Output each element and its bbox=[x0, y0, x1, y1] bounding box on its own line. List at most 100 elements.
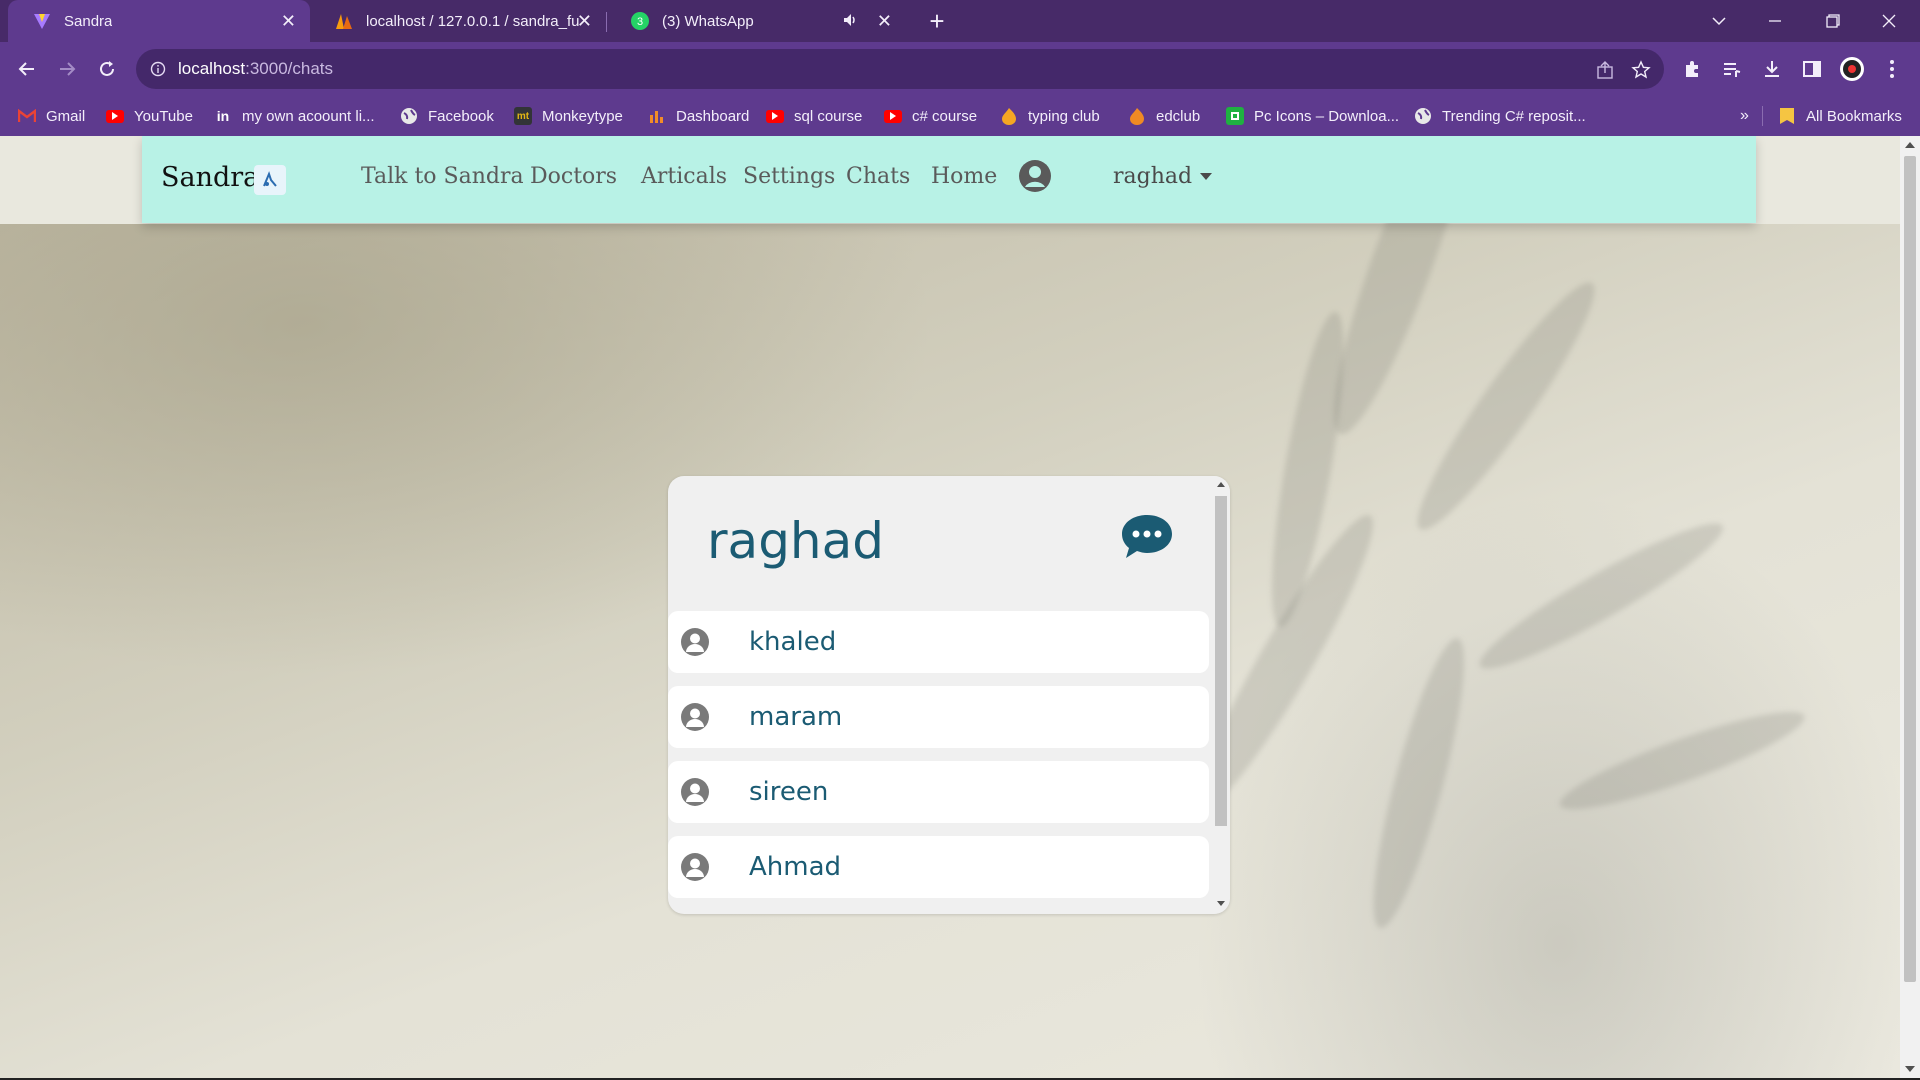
bookmark-facebook[interactable]: Facebook bbox=[400, 96, 494, 136]
minimize-icon[interactable] bbox=[1758, 4, 1792, 38]
speaker-icon[interactable] bbox=[842, 12, 858, 32]
url-host: localhost bbox=[178, 59, 246, 78]
contact-item-khaled[interactable]: khaled bbox=[668, 611, 1209, 673]
tab-whatsapp[interactable]: 3 (3) WhatsApp ✕ bbox=[606, 0, 906, 42]
user-avatar-icon bbox=[680, 702, 710, 732]
scroll-up-arrow-icon[interactable] bbox=[1217, 482, 1225, 487]
all-bookmarks-button[interactable]: All Bookmarks bbox=[1778, 96, 1902, 136]
star-icon[interactable] bbox=[1630, 59, 1652, 81]
bookmark-label: Monkeytype bbox=[542, 107, 623, 125]
contact-name: Ahmad bbox=[749, 852, 842, 882]
reload-icon[interactable] bbox=[92, 54, 122, 84]
site-navbar: Sandra Talk to Sandra Doctors Articals S… bbox=[142, 136, 1756, 223]
nav-settings[interactable]: Settings bbox=[743, 164, 835, 189]
bookmark-label: Facebook bbox=[428, 107, 494, 125]
nav-talk-to-sandra[interactable]: Talk to Sandra bbox=[361, 164, 524, 189]
extensions-icon[interactable] bbox=[1678, 55, 1706, 83]
share-icon[interactable] bbox=[1594, 59, 1616, 81]
bookmark-edclub[interactable]: edclub bbox=[1128, 96, 1200, 136]
contact-item-maram[interactable]: maram bbox=[668, 686, 1209, 748]
side-panel-icon[interactable] bbox=[1798, 55, 1826, 83]
nav-articals[interactable]: Articals bbox=[641, 164, 727, 189]
gmail-icon bbox=[18, 107, 36, 125]
vite-logo-icon bbox=[32, 11, 52, 31]
contact-item-sireen[interactable]: sireen bbox=[668, 761, 1209, 823]
address-bar[interactable]: localhost:3000/chats bbox=[136, 49, 1664, 89]
scroll-thumb[interactable] bbox=[1904, 156, 1916, 982]
whatsapp-icon: 3 bbox=[630, 11, 650, 31]
bookmark-sql-course[interactable]: sql course bbox=[766, 96, 862, 136]
browser-toolbar: localhost:3000/chats bbox=[0, 42, 1920, 96]
youtube-icon bbox=[884, 109, 902, 123]
restore-icon[interactable] bbox=[1816, 4, 1850, 38]
bookmarks-bar: Gmail YouTube in my own acoount li... Fa… bbox=[0, 96, 1920, 136]
bookmark-pc-icons[interactable]: Pc Icons – Downloa... bbox=[1226, 96, 1399, 136]
media-queue-icon[interactable] bbox=[1718, 55, 1746, 83]
folder-icon bbox=[1778, 107, 1796, 125]
linkedin-icon: in bbox=[216, 108, 230, 124]
url-path: :3000/chats bbox=[245, 59, 334, 78]
nav-chats[interactable]: Chats bbox=[846, 164, 910, 189]
tab-search-icon[interactable] bbox=[1702, 4, 1736, 38]
new-tab-button[interactable]: + bbox=[923, 7, 951, 35]
contact-name: khaled bbox=[749, 627, 837, 657]
user-avatar-icon bbox=[680, 777, 710, 807]
bookmark-label: c# course bbox=[912, 107, 978, 125]
bookmark-youtube[interactable]: YouTube bbox=[106, 96, 193, 136]
bookmark-label: Dashboard bbox=[676, 107, 750, 125]
bookmark-label: YouTube bbox=[134, 107, 193, 125]
close-icon[interactable]: ✕ bbox=[577, 11, 592, 31]
tab-title: localhost / 127.0.0.1 / sandra_full bbox=[366, 12, 580, 30]
chat-list-scrollbar[interactable] bbox=[1212, 476, 1230, 914]
icons8-icon bbox=[1226, 107, 1244, 125]
more-bookmarks-button[interactable]: » bbox=[1740, 96, 1749, 136]
scroll-up-arrow-icon[interactable] bbox=[1905, 142, 1915, 148]
bookmark-csharp-course[interactable]: c# course bbox=[884, 96, 977, 136]
bookmark-label: Pc Icons – Downloa... bbox=[1254, 107, 1400, 125]
brand-name[interactable]: Sandra bbox=[161, 162, 259, 193]
scroll-thumb[interactable] bbox=[1215, 496, 1227, 826]
brand-logo-icon[interactable] bbox=[254, 165, 286, 195]
chat-list-panel: raghad khaled maram sireen Ahmad bbox=[668, 476, 1230, 914]
url-text: localhost:3000/chats bbox=[178, 59, 333, 79]
nav-doctors[interactable]: Doctors bbox=[530, 164, 617, 189]
bookmark-dashboard[interactable]: Dashboard bbox=[648, 96, 749, 136]
bookmark-trending-csharp[interactable]: Trending C# reposit... bbox=[1414, 96, 1586, 136]
chat-bubble-icon[interactable] bbox=[1120, 512, 1174, 562]
download-icon[interactable] bbox=[1758, 55, 1786, 83]
page-scrollbar[interactable] bbox=[1900, 136, 1920, 1080]
bookmark-label: sql course bbox=[794, 107, 863, 125]
user-circle-icon[interactable] bbox=[1018, 159, 1052, 193]
contact-item-ahmad[interactable]: Ahmad bbox=[668, 836, 1209, 898]
bookmark-gmail[interactable]: Gmail bbox=[18, 96, 85, 136]
bookmark-typing-club[interactable]: typing club bbox=[1000, 96, 1100, 136]
tab-phpmyadmin[interactable]: localhost / 127.0.0.1 / sandra_full ✕ bbox=[310, 0, 606, 42]
user-name: raghad bbox=[1113, 164, 1193, 189]
scroll-down-arrow-icon[interactable] bbox=[1217, 901, 1225, 906]
scroll-down-arrow-icon[interactable] bbox=[1905, 1066, 1915, 1072]
edclub-icon bbox=[1128, 107, 1146, 125]
user-avatar-icon bbox=[680, 627, 710, 657]
profile-avatar-icon[interactable] bbox=[1838, 55, 1866, 83]
contact-name: sireen bbox=[749, 777, 829, 807]
forward-arrow-icon[interactable] bbox=[52, 54, 82, 84]
bookmark-linkedin[interactable]: in my own acoount li... bbox=[214, 96, 375, 136]
tab-sandra[interactable]: Sandra ✕ bbox=[8, 0, 310, 42]
bookmark-monkeytype[interactable]: mt Monkeytype bbox=[514, 96, 623, 136]
bookmark-label: All Bookmarks bbox=[1806, 107, 1902, 125]
globe-icon bbox=[1414, 107, 1432, 125]
tab-title: (3) WhatsApp bbox=[662, 12, 754, 30]
bookmark-label: Trending C# reposit... bbox=[1442, 107, 1586, 125]
close-icon[interactable]: ✕ bbox=[281, 11, 296, 31]
back-arrow-icon[interactable] bbox=[12, 54, 42, 84]
close-window-icon[interactable] bbox=[1872, 4, 1906, 38]
bookmark-label: my own acoount li... bbox=[242, 107, 375, 125]
info-icon[interactable] bbox=[150, 61, 166, 82]
menu-dots-icon[interactable] bbox=[1878, 55, 1906, 83]
user-dropdown[interactable]: raghad bbox=[1113, 164, 1213, 189]
bookmark-label: Gmail bbox=[46, 107, 86, 125]
nav-home[interactable]: Home bbox=[931, 164, 997, 189]
phpmyadmin-icon bbox=[334, 11, 354, 31]
close-icon[interactable]: ✕ bbox=[877, 11, 892, 31]
monkeytype-icon: mt bbox=[514, 107, 532, 125]
